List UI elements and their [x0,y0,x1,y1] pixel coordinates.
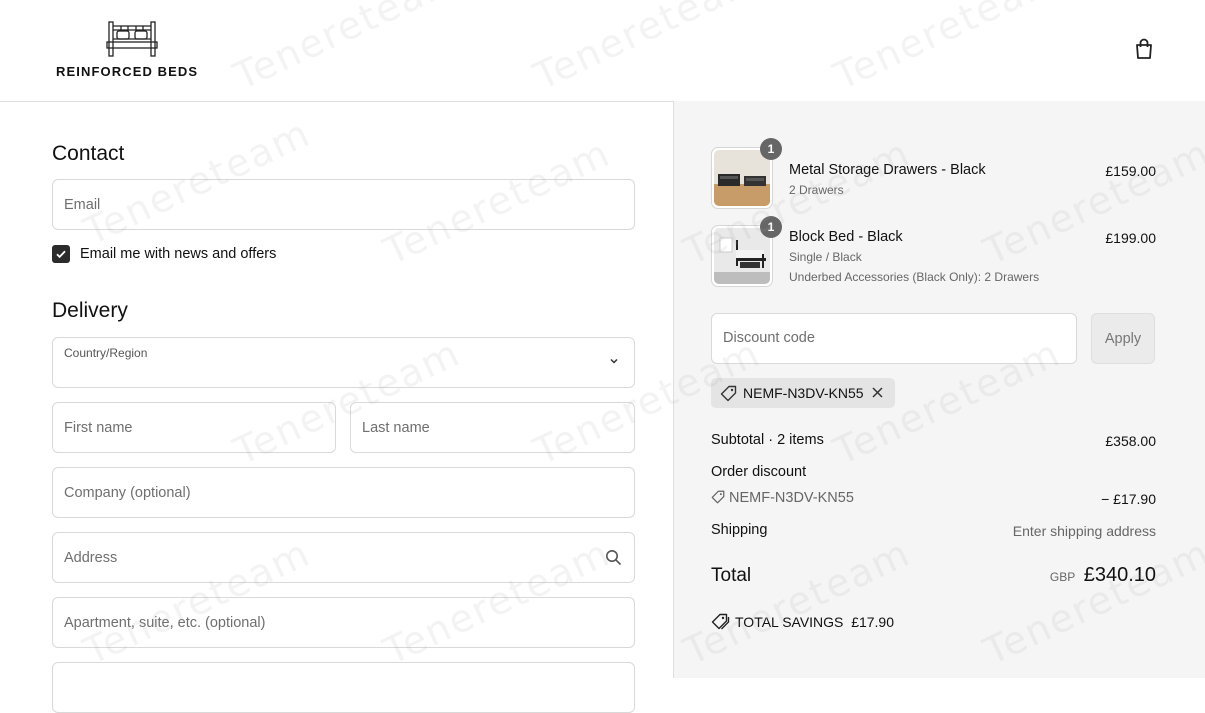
total-label: Total [711,565,752,586]
checkout-form: Contact Email Email me with news and off… [0,102,673,713]
email-placeholder: Email [64,196,101,213]
currency-code: GBP [1049,570,1076,584]
discount-code-row: NEMF-N3DV-KN55 [711,490,854,506]
header: REINFORCED BEDS [0,0,1205,102]
address-placeholder: Address [64,549,118,566]
country-label: Country/Region [64,346,148,360]
shipping-value: Enter shipping address [1012,523,1156,539]
newsletter-label[interactable]: Email me with news and offers [80,246,276,262]
bed-logo-icon [106,21,158,57]
tag-icon [711,490,725,504]
search-icon[interactable] [605,549,622,566]
company-placeholder: Company (optional) [64,484,191,501]
discount-placeholder: Discount code [723,330,815,346]
brand-logo[interactable]: REINFORCED BEDS [56,20,208,80]
total-value: £340.10 [1083,564,1156,586]
apply-button[interactable]: Apply [1091,313,1155,364]
shipping-label: Shipping [711,522,768,538]
item-name: Metal Storage Drawers - Black [789,162,986,178]
checkmark-icon [56,250,66,259]
tags-icon [711,613,730,630]
total-value-group: GBP £340.10 [1050,564,1156,587]
tag-icon [720,385,737,402]
address-field[interactable]: Address [52,532,635,583]
item-variant: 2 Drawers [789,183,844,197]
delivery-heading: Delivery [52,299,128,322]
close-icon[interactable] [871,386,884,399]
block-bed-image [714,228,770,284]
cart-button[interactable] [1131,36,1157,62]
order-summary: 1 Metal Storage Drawers - Black 2 Drawer… [673,101,1205,678]
quantity-badge: 1 [760,216,782,238]
total-savings: TOTAL SAVINGS £17.90 [711,613,894,630]
item-thumbnail: 1 [711,138,782,209]
discount-value: − £17.90 [1101,491,1156,507]
savings-label: TOTAL SAVINGS [735,614,844,630]
order-discount-label: Order discount [711,464,807,480]
brand-name: REINFORCED BEDS [56,64,199,79]
country-select[interactable]: Country/Region [52,337,635,388]
newsletter-checkbox[interactable] [52,245,70,263]
contact-heading: Contact [52,142,125,165]
storage-drawers-image [714,150,770,206]
item-variant: Single / Black [789,250,862,264]
chevron-down-icon [610,358,618,364]
subtotal-value: £358.00 [1105,433,1156,449]
savings-value: £17.90 [851,614,895,630]
item-price: £159.00 [1105,163,1156,179]
next-field-partial[interactable] [52,662,635,713]
company-field[interactable]: Company (optional) [52,467,635,518]
applied-code-text: NEMF-N3DV-KN55 [743,385,864,401]
discount-code-text: NEMF-N3DV-KN55 [729,490,854,506]
item-name: Block Bed - Black [789,229,903,245]
apartment-field[interactable]: Apartment, suite, etc. (optional) [52,597,635,648]
discount-code-field[interactable]: Discount code [711,313,1077,364]
email-field[interactable]: Email [52,179,635,230]
last-name-field[interactable]: Last name [350,402,635,453]
applied-discount-chip: NEMF-N3DV-KN55 [711,378,895,408]
first-name-field[interactable]: First name [52,402,336,453]
quantity-badge: 1 [760,138,782,160]
last-name-placeholder: Last name [362,419,430,436]
apartment-placeholder: Apartment, suite, etc. (optional) [64,614,266,631]
subtotal-label: Subtotal · 2 items [711,432,824,448]
item-thumbnail: 1 [711,216,782,287]
shopping-bag-icon [1136,38,1152,59]
item-price: £199.00 [1105,230,1156,246]
first-name-placeholder: First name [64,419,133,436]
item-options: Underbed Accessories (Black Only): 2 Dra… [789,270,1040,284]
